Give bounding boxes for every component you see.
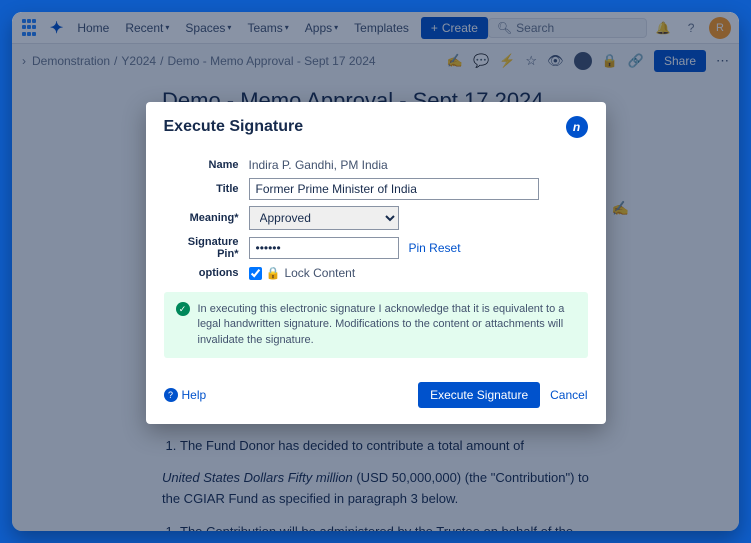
label-name: Name xyxy=(164,159,239,171)
check-icon: ✓ xyxy=(176,302,190,316)
meaning-select[interactable]: Approved xyxy=(249,206,399,230)
execute-signature-modal: Execute Signature n Name Indira P. Gandh… xyxy=(146,102,606,424)
label-options: options xyxy=(164,267,239,279)
label-meaning: Meaning* xyxy=(164,212,239,224)
label-title: Title xyxy=(164,183,239,195)
acknowledgement-box: ✓ In executing this electronic signature… xyxy=(164,292,588,358)
title-input[interactable] xyxy=(249,178,539,200)
modal-title: Execute Signature xyxy=(164,118,304,136)
lock-content-checkbox[interactable] xyxy=(249,267,262,280)
help-link[interactable]: ?Help xyxy=(164,388,207,402)
lock-label: Lock Content xyxy=(284,266,355,280)
lock-icon: 🔒 xyxy=(266,266,281,280)
cancel-link[interactable]: Cancel xyxy=(550,388,587,402)
brand-badge-icon: n xyxy=(566,116,588,138)
execute-signature-button[interactable]: Execute Signature xyxy=(418,382,540,408)
help-icon: ? xyxy=(164,388,178,402)
signature-pin-input[interactable] xyxy=(249,237,399,259)
label-pin: Signature Pin* xyxy=(164,236,239,260)
field-name-value: Indira P. Gandhi, PM India xyxy=(249,158,388,172)
acknowledgement-text: In executing this electronic signature I… xyxy=(198,302,576,348)
pin-reset-link[interactable]: Pin Reset xyxy=(409,241,461,255)
